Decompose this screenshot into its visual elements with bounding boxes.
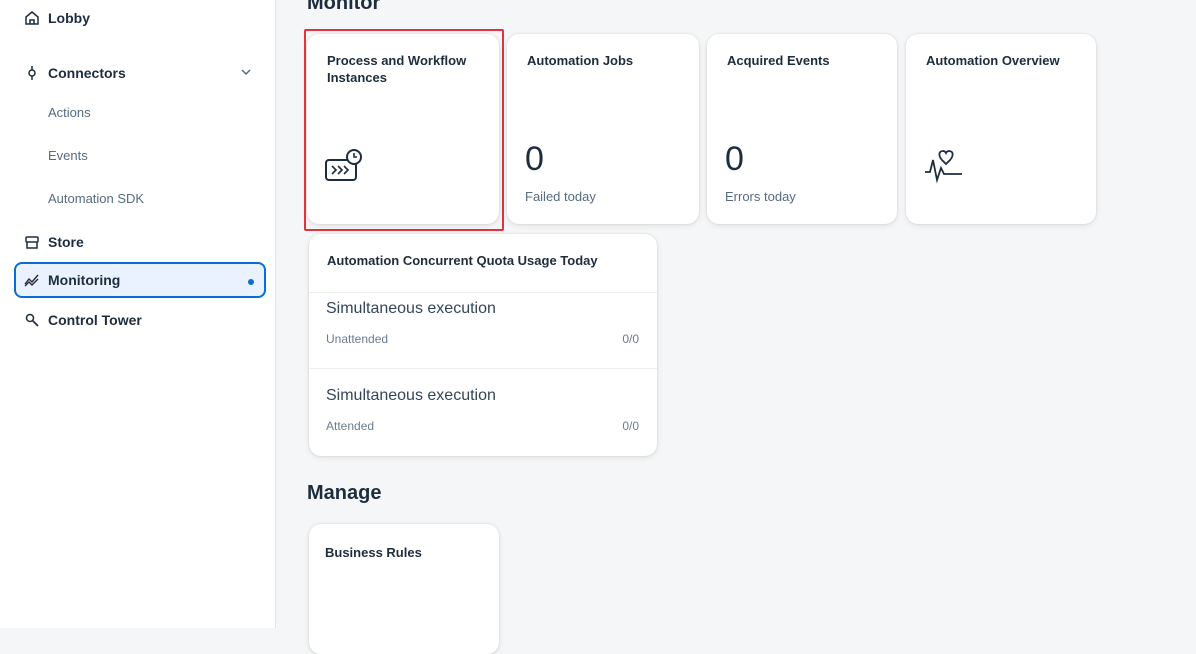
sidebar-item-monitoring[interactable]: Monitoring [14, 262, 266, 298]
card-acquired-events[interactable]: Acquired Events 0 Errors today [707, 34, 897, 224]
quota-row-label: Unattended [326, 332, 389, 346]
sidebar-item-label: Connectors [48, 65, 126, 81]
card-title: Business Rules [325, 545, 422, 560]
divider [309, 292, 657, 293]
sidebar-subitem-actions[interactable]: Actions [48, 100, 91, 124]
quota-row-title: Simultaneous execution [326, 300, 496, 317]
card-title: Automation Overview [926, 53, 1060, 68]
sidebar-subitem-automation-sdk[interactable]: Automation SDK [48, 186, 144, 210]
control-tower-icon [24, 312, 40, 328]
quota-row-value: 0/0 [622, 419, 639, 433]
sidebar-item-label: Control Tower [48, 312, 142, 328]
sidebar-item-store[interactable]: Store [14, 224, 266, 260]
manage-section-title: Manage [307, 482, 382, 504]
card-quota-usage: Automation Concurrent Quota Usage Today … [309, 234, 657, 456]
sidebar-item-control-tower[interactable]: Control Tower [14, 302, 266, 338]
connectors-icon [24, 65, 40, 81]
store-icon [24, 234, 40, 250]
kpi-value: 0 [725, 140, 744, 178]
sidebar-item-label: Monitoring [48, 272, 121, 288]
kpi-subtitle: Errors today [725, 189, 796, 204]
kpi-value: 0 [525, 140, 544, 178]
card-title: Automation Concurrent Quota Usage Today [327, 253, 598, 268]
sidebar: Lobby Connectors Actions Events Automati… [0, 0, 276, 628]
monitor-section-title: Monitor [307, 0, 381, 14]
home-icon [24, 10, 40, 26]
card-business-rules[interactable]: Business Rules [309, 524, 499, 654]
card-title: Acquired Events [727, 53, 830, 68]
quota-row-label: Attended [326, 419, 375, 433]
kpi-subtitle: Failed today [525, 189, 596, 204]
card-process-workflow-instances[interactable]: Process and Workflow Instances [307, 34, 499, 224]
main-content: Monitor Process and Workflow Instances A… [277, 0, 1196, 654]
sidebar-item-label: Lobby [48, 10, 90, 26]
chevron-down-icon[interactable] [238, 64, 254, 80]
active-indicator-dot [248, 279, 254, 285]
divider [309, 368, 657, 369]
heartbeat-icon [925, 150, 962, 184]
quota-row-value: 0/0 [622, 332, 639, 346]
card-automation-jobs[interactable]: Automation Jobs 0 Failed today [507, 34, 699, 224]
sidebar-item-lobby[interactable]: Lobby [14, 0, 266, 36]
process-instances-icon [325, 149, 362, 181]
sidebar-item-connectors[interactable]: Connectors [14, 55, 266, 91]
quota-row-title: Simultaneous execution [326, 387, 496, 404]
card-title: Automation Jobs [527, 53, 634, 68]
sidebar-item-label: Store [48, 234, 84, 250]
sidebar-subitem-events[interactable]: Events [48, 143, 88, 167]
monitoring-icon [24, 272, 40, 288]
card-title: Process and Workflow Instances [327, 53, 467, 85]
card-automation-overview[interactable]: Automation Overview [906, 34, 1096, 224]
